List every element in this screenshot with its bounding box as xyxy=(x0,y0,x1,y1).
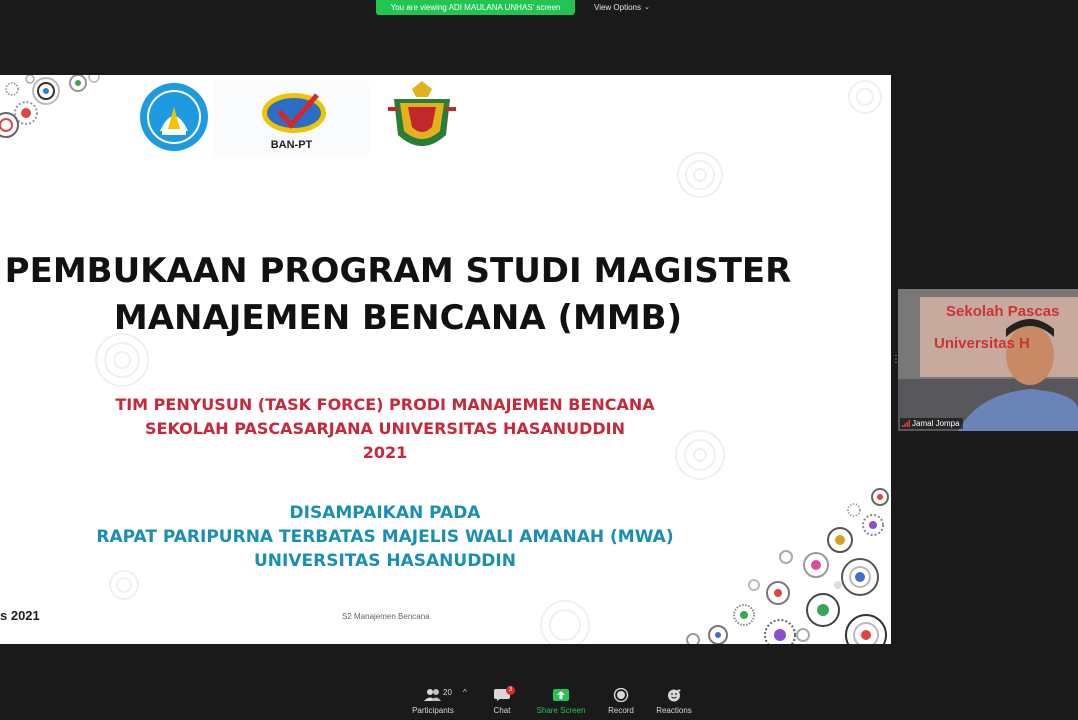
participant-video-tile[interactable]: Sekolah Pascas Universitas H Jamal Jompa xyxy=(898,289,1078,431)
decorative-circles-bottom-right xyxy=(686,488,889,644)
university-name: UNIVERSITAS HASANUDDIN xyxy=(254,551,516,571)
shared-slide: BAN-PT PEMBUKAAN PROGRAM STUDI MAGISTER … xyxy=(0,75,891,644)
chat-icon xyxy=(494,689,510,701)
participant-name: Jamal Jompa xyxy=(912,419,960,428)
participants-caret-up-icon[interactable]: ^ xyxy=(463,688,467,697)
participant-name-tag: Jamal Jompa xyxy=(900,418,963,429)
participants-icon xyxy=(424,689,441,701)
ban-pt-logo: BAN-PT xyxy=(214,81,369,157)
screen-share-banner: You are viewing ADI MAULANA UNHAS' scree… xyxy=(376,0,575,15)
slide-footer: S2 Manajemen Bencana xyxy=(342,612,430,621)
reactions-label: Reactions xyxy=(656,706,692,715)
record-icon xyxy=(613,688,629,702)
chevron-down-icon: ⌄ xyxy=(644,4,650,11)
participants-label: Participants xyxy=(412,706,454,715)
ban-pt-text: BAN-PT xyxy=(270,139,313,151)
slide-date: s 2021 xyxy=(0,608,40,623)
slide-title-line-2: MANAJEMEN BENCANA (MMB) xyxy=(113,298,683,338)
view-options-button[interactable]: View Options ⌄ xyxy=(586,0,658,15)
subtitle-school: SEKOLAH PASCASARJANA UNIVERSITAS HASANUD… xyxy=(144,419,626,438)
slide-title-line-1: PEMBUKAAN PROGRAM STUDI MAGISTER xyxy=(4,251,792,291)
subtitle-team: TIM PENYUSUN (TASK FORCE) PRODI MANAJEME… xyxy=(115,395,655,414)
chat-unread-badge: 3 xyxy=(506,686,515,695)
subtitle-year: 2021 xyxy=(362,443,408,462)
panel-resize-handle[interactable]: ⋮ xyxy=(891,350,901,370)
tut-wuri-handayani-logo xyxy=(140,83,208,151)
video-wall-sign-line-2: Universitas H xyxy=(934,335,1030,352)
reactions-button[interactable]: Reactions xyxy=(644,684,704,718)
share-screen-icon xyxy=(553,689,569,701)
reactions-icon xyxy=(668,689,681,702)
meeting-name: RAPAT PARIPURNA TERBATAS MAJELIS WALI AM… xyxy=(96,527,674,547)
slide-title: PEMBUKAAN PROGRAM STUDI MAGISTER MANAJEM… xyxy=(0,248,796,342)
signal-strength-icon xyxy=(902,420,910,427)
unhas-logo xyxy=(388,81,456,146)
view-options-label: View Options xyxy=(594,3,641,12)
participants-count: 20 xyxy=(443,688,452,697)
participants-button[interactable]: 20 Participants xyxy=(403,684,463,718)
presented-at-label: DISAMPAIKAN PADA xyxy=(289,503,481,523)
video-wall-sign-line-1: Sekolah Pascas xyxy=(946,303,1060,320)
ban-pt-emblem xyxy=(262,93,326,133)
